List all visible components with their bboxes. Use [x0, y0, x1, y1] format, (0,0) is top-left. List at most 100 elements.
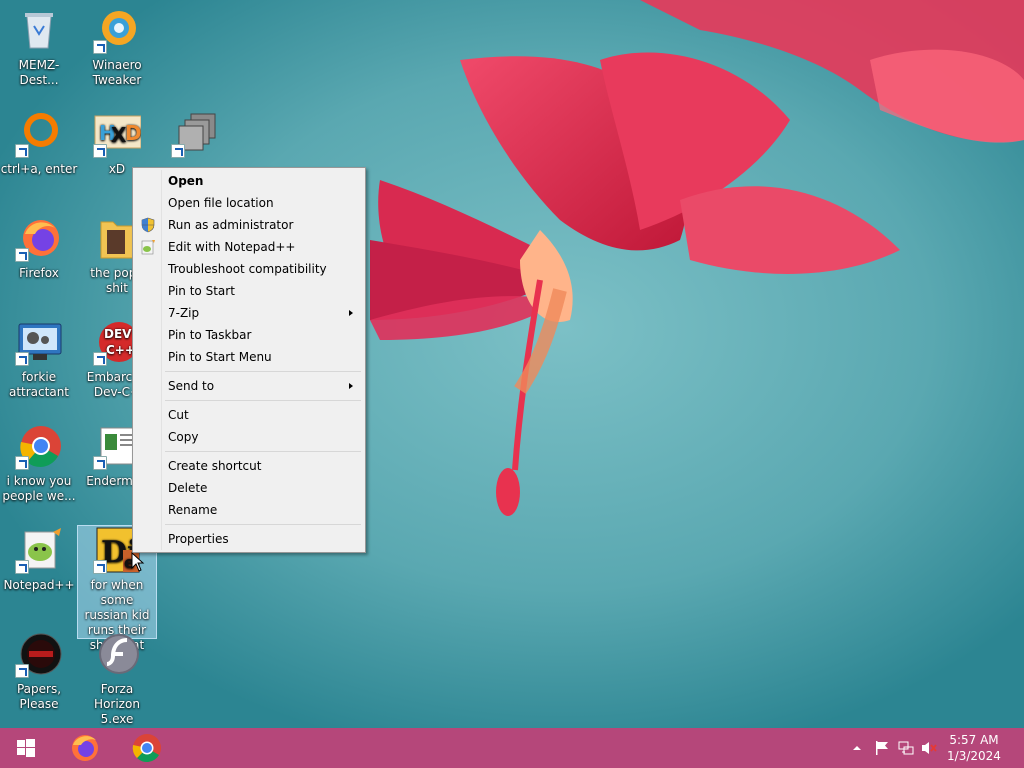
menu-item-label: Run as administrator — [168, 218, 294, 232]
desktop-icon-papers-please[interactable]: Papers, Please — [0, 630, 78, 712]
menu-item-copy[interactable]: Copy — [135, 426, 363, 448]
shortcut-arrow-icon — [15, 352, 29, 366]
svg-text:DEV: DEV — [104, 327, 132, 341]
menu-separator — [165, 371, 361, 372]
desktop-icon-forkie-attractant[interactable]: forkie attractant — [0, 318, 78, 400]
flash-icon — [93, 630, 141, 678]
desktop-icon-recycle-bin[interactable]: MEMZ-Dest... — [0, 6, 78, 88]
hxd-icon: HXD — [93, 110, 142, 158]
chevron-up-icon[interactable] — [851, 742, 867, 758]
desktop-icon-label: Winaero Tweaker — [92, 58, 142, 87]
menu-separator — [165, 400, 361, 401]
notepadpp-icon — [15, 526, 63, 574]
taskbar-firefox-button[interactable] — [61, 728, 109, 768]
desktop-icon-label: Forza Horizon 5.exe — [94, 682, 140, 726]
desktop-icon-chrome[interactable]: i know you people we... — [0, 422, 78, 504]
menu-item-label: Cut — [168, 408, 189, 422]
menu-separator — [165, 451, 361, 452]
shortcut-arrow-icon — [93, 456, 107, 470]
menu-item-label: Open file location — [168, 196, 274, 210]
shield-icon — [140, 217, 156, 233]
menu-item-label: Pin to Start — [168, 284, 235, 298]
desktop-icon-label: Notepad++ — [3, 578, 75, 592]
menu-item-delete[interactable]: Delete — [135, 477, 363, 499]
menu-item-rename[interactable]: Rename — [135, 499, 363, 521]
menu-item-run-as-administrator[interactable]: Run as administrator — [135, 214, 363, 236]
menu-item-troubleshoot-compatibility[interactable]: Troubleshoot compatibility — [135, 258, 363, 280]
svg-text:C++: C++ — [106, 343, 135, 357]
shortcut-arrow-icon — [93, 352, 107, 366]
chrome-icon — [15, 422, 63, 470]
recycle-bin-icon — [15, 6, 63, 54]
shortcut-arrow-icon — [171, 144, 185, 158]
desktop-icon-firefox[interactable]: Firefox — [0, 214, 78, 281]
menu-item-label: Pin to Taskbar — [168, 328, 252, 342]
shortcut-arrow-icon — [93, 560, 107, 574]
shortcut-arrow-icon — [15, 456, 29, 470]
menu-item-pin-to-taskbar[interactable]: Pin to Taskbar — [135, 324, 363, 346]
shortcut-arrow-icon — [93, 144, 107, 158]
menu-item-open[interactable]: Open — [135, 170, 363, 192]
menu-item-edit-with-notepad[interactable]: Edit with Notepad++ — [135, 236, 363, 258]
clock-date: 1/3/2024 — [947, 749, 1001, 763]
menu-item-label: Delete — [168, 481, 208, 495]
desktop-icon-ctrl-a-enter[interactable]: ctrl+a, enter — [0, 110, 78, 177]
orange-ring-icon — [15, 110, 63, 158]
menu-item-pin-to-start-menu[interactable]: Pin to Start Menu — [135, 346, 363, 368]
stacked-windows-icon — [171, 110, 219, 158]
shortcut-arrow-icon — [93, 40, 107, 54]
desktop-icon-notepadpp[interactable]: Notepad++ — [0, 526, 78, 593]
winaero-icon — [93, 6, 141, 54]
context-menu: Open Open file location Run as administrat… — [132, 167, 366, 553]
desktop-icon-winaero-tweaker[interactable]: Winaero Tweaker — [78, 6, 156, 88]
submenu-arrow-icon — [349, 383, 353, 389]
menu-item-send-to[interactable]: Send to — [135, 375, 363, 397]
windows-start-icon — [17, 739, 35, 757]
flag-icon[interactable] — [874, 740, 890, 756]
desktop-icon-stacked-windows[interactable] — [156, 110, 234, 162]
submenu-arrow-icon — [349, 310, 353, 316]
menu-item-cut[interactable]: Cut — [135, 404, 363, 426]
menu-item-label: Open — [168, 174, 204, 188]
menu-item-label: 7-Zip — [168, 306, 200, 320]
volume-muted-icon[interactable] — [921, 740, 937, 756]
desktop-icon-label: MEMZ-Dest... — [18, 58, 60, 87]
shortcut-arrow-icon — [15, 664, 29, 678]
menu-item-7-zip[interactable]: 7-Zip — [135, 302, 363, 324]
papers-please-icon — [15, 630, 63, 678]
menu-item-label: Troubleshoot compatibility — [168, 262, 327, 276]
chrome-icon — [132, 734, 161, 763]
clock-time: 5:57 AM — [949, 733, 999, 747]
menu-item-open-file-location[interactable]: Open file location — [135, 192, 363, 214]
taskbar-chrome-button[interactable] — [123, 728, 171, 768]
desktop-icon-label: i know you people we... — [2, 474, 76, 503]
desktop-icon-forza-horizon[interactable]: Forza Horizon 5.exe — [78, 630, 156, 727]
menu-item-create-shortcut[interactable]: Create shortcut — [135, 455, 363, 477]
clock[interactable]: 5:57 AM 1/3/2024 — [944, 732, 1004, 764]
menu-item-pin-to-start[interactable]: Pin to Start — [135, 280, 363, 302]
menu-item-label: Properties — [168, 532, 229, 546]
firefox-icon — [72, 735, 98, 761]
start-button[interactable] — [2, 728, 50, 768]
menu-item-label: Rename — [168, 503, 218, 517]
svg-text:D: D — [125, 121, 141, 145]
shortcut-arrow-icon — [15, 144, 29, 158]
firefox-icon — [15, 214, 63, 262]
shortcut-arrow-icon — [15, 560, 29, 574]
mouse-cursor-icon — [131, 551, 145, 575]
settings-monitor-icon — [15, 318, 63, 366]
menu-item-label: Create shortcut — [168, 459, 262, 473]
menu-item-label: Copy — [168, 430, 199, 444]
notepadpp-icon — [140, 239, 156, 255]
menu-item-properties[interactable]: Properties — [135, 528, 363, 550]
taskbar: 5:57 AM 1/3/2024 — [0, 728, 1024, 768]
desktop-icon-label: Firefox — [19, 266, 59, 280]
desktop-icon-label: forkie attractant — [8, 370, 70, 399]
menu-item-label: Edit with Notepad++ — [168, 240, 296, 254]
shortcut-arrow-icon — [15, 248, 29, 262]
network-icon[interactable] — [898, 740, 914, 756]
menu-item-label: Send to — [168, 379, 215, 393]
menu-separator — [165, 524, 361, 525]
desktop-icon-label: Papers, Please — [16, 682, 62, 711]
menu-item-label: Pin to Start Menu — [168, 350, 272, 364]
